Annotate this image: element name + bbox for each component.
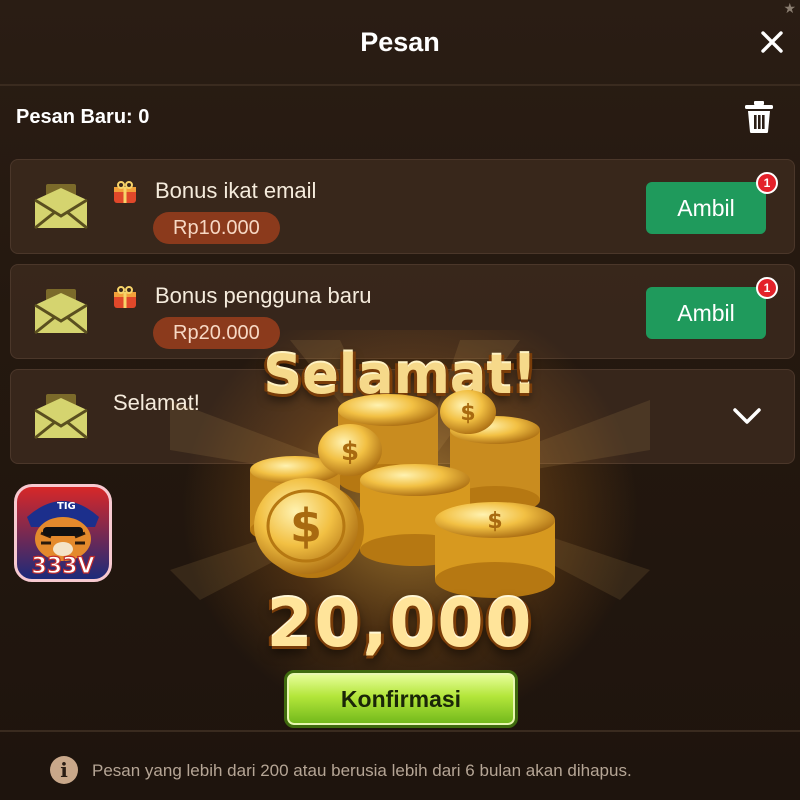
trash-icon (745, 101, 773, 133)
retention-notice-text: Pesan yang lebih dari 200 atau berusia l… (92, 761, 632, 780)
gift-icon (114, 181, 136, 203)
close-button[interactable] (752, 22, 792, 62)
tiger-mascot-icon: TIG 333V (27, 501, 99, 579)
header-bar: Pesan ★ (0, 0, 800, 86)
app-logo: TIG 333V (14, 484, 112, 582)
reward-amount-pill: Rp10.000 (153, 212, 280, 244)
subheader-bar: Pesan Baru: 0 (0, 86, 800, 150)
message-title: Bonus ikat email (155, 178, 317, 203)
gift-icon (114, 286, 136, 308)
chevron-down-icon[interactable] (732, 406, 762, 426)
coin-pile-image: $ $ $ $ (250, 390, 555, 598)
cap-text: TIG (57, 501, 76, 512)
footer-notice: i Pesan yang lebih dari 200 atau berusia… (0, 730, 800, 800)
logo-text: 333V (32, 554, 95, 579)
new-messages-count: Pesan Baru: 0 (16, 106, 150, 128)
claim-button-label: Ambil (677, 195, 735, 221)
svg-text:$: $ (341, 437, 359, 467)
delete-all-button[interactable] (744, 100, 774, 134)
envelope-icon (34, 289, 88, 335)
corner-star-icon: ★ (783, 0, 796, 16)
svg-text:$: $ (487, 509, 502, 534)
notification-badge: 1 (756, 172, 778, 194)
claim-button[interactable]: Ambil 1 (646, 277, 778, 339)
message-screen: Pesan ★ Pesan Baru: 0 Bonus ikat email R… (0, 0, 800, 800)
confirm-button[interactable]: Konfirmasi (284, 670, 518, 728)
page-title: Pesan (360, 27, 440, 57)
claim-button[interactable]: Ambil 1 (646, 172, 778, 234)
reward-amount: 20,000 (266, 585, 534, 662)
info-icon: i (50, 756, 78, 784)
message-card-email-bonus[interactable]: Bonus ikat email Rp10.000 Ambil 1 (10, 159, 795, 254)
message-title: Bonus pengguna baru (155, 283, 372, 308)
notification-badge: 1 (756, 277, 778, 299)
svg-text:$: $ (290, 499, 322, 553)
envelope-icon (34, 184, 88, 230)
close-icon (761, 31, 783, 53)
claim-button-label: Ambil (677, 300, 735, 326)
svg-text:$: $ (460, 401, 475, 426)
